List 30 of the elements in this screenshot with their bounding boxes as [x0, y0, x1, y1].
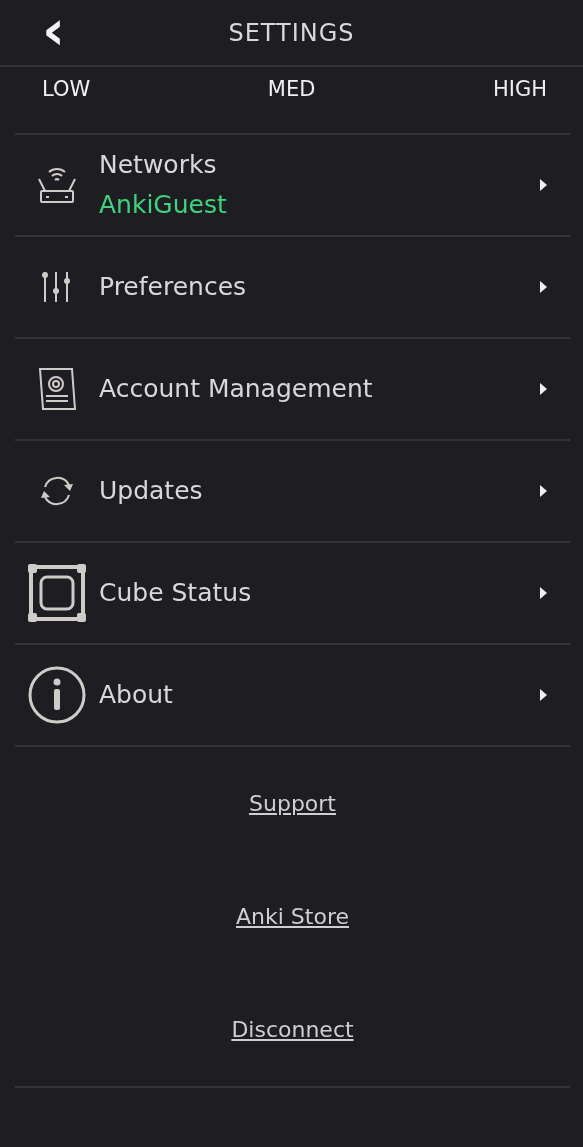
settings-row[interactable]: Account Management — [15, 337, 570, 439]
settings-row[interactable]: Networks AnkiGuest — [15, 133, 570, 235]
chevron-icon — [540, 383, 547, 395]
network-name: AnkiGuest — [99, 189, 228, 221]
footer-link[interactable]: Anki Store — [236, 904, 349, 929]
chevron-icon — [540, 587, 547, 599]
quality-label: LOW — [42, 76, 91, 103]
settings-row[interactable]: Preferences — [15, 235, 570, 337]
cube-icon — [27, 563, 87, 623]
settings-row[interactable]: About — [15, 643, 570, 745]
settings-row[interactable]: Updates — [15, 439, 570, 541]
chevron-icon — [540, 179, 547, 191]
chevron-icon — [540, 689, 547, 701]
row-label: Updates — [99, 475, 204, 507]
info-icon — [28, 666, 86, 724]
screen-title: SETTINGS — [228, 18, 355, 47]
back-button[interactable]: ‹ — [34, 6, 74, 54]
chevron-icon — [540, 281, 547, 293]
row-label: About — [99, 679, 174, 711]
chevron-icon — [540, 485, 547, 497]
row-label: Networks — [99, 149, 218, 181]
footer-link[interactable]: Support — [249, 791, 336, 816]
quality-label: HIGH — [492, 76, 547, 103]
quality-label: MED — [267, 76, 316, 103]
row-label: Cube Status — [99, 577, 253, 609]
settings-row[interactable]: Cube Status — [15, 541, 570, 643]
id-card-icon — [36, 366, 78, 412]
footer-link[interactable]: Disconnect — [231, 1017, 354, 1042]
row-label: Account Management — [99, 373, 374, 405]
row-label: Preferences — [99, 271, 248, 303]
